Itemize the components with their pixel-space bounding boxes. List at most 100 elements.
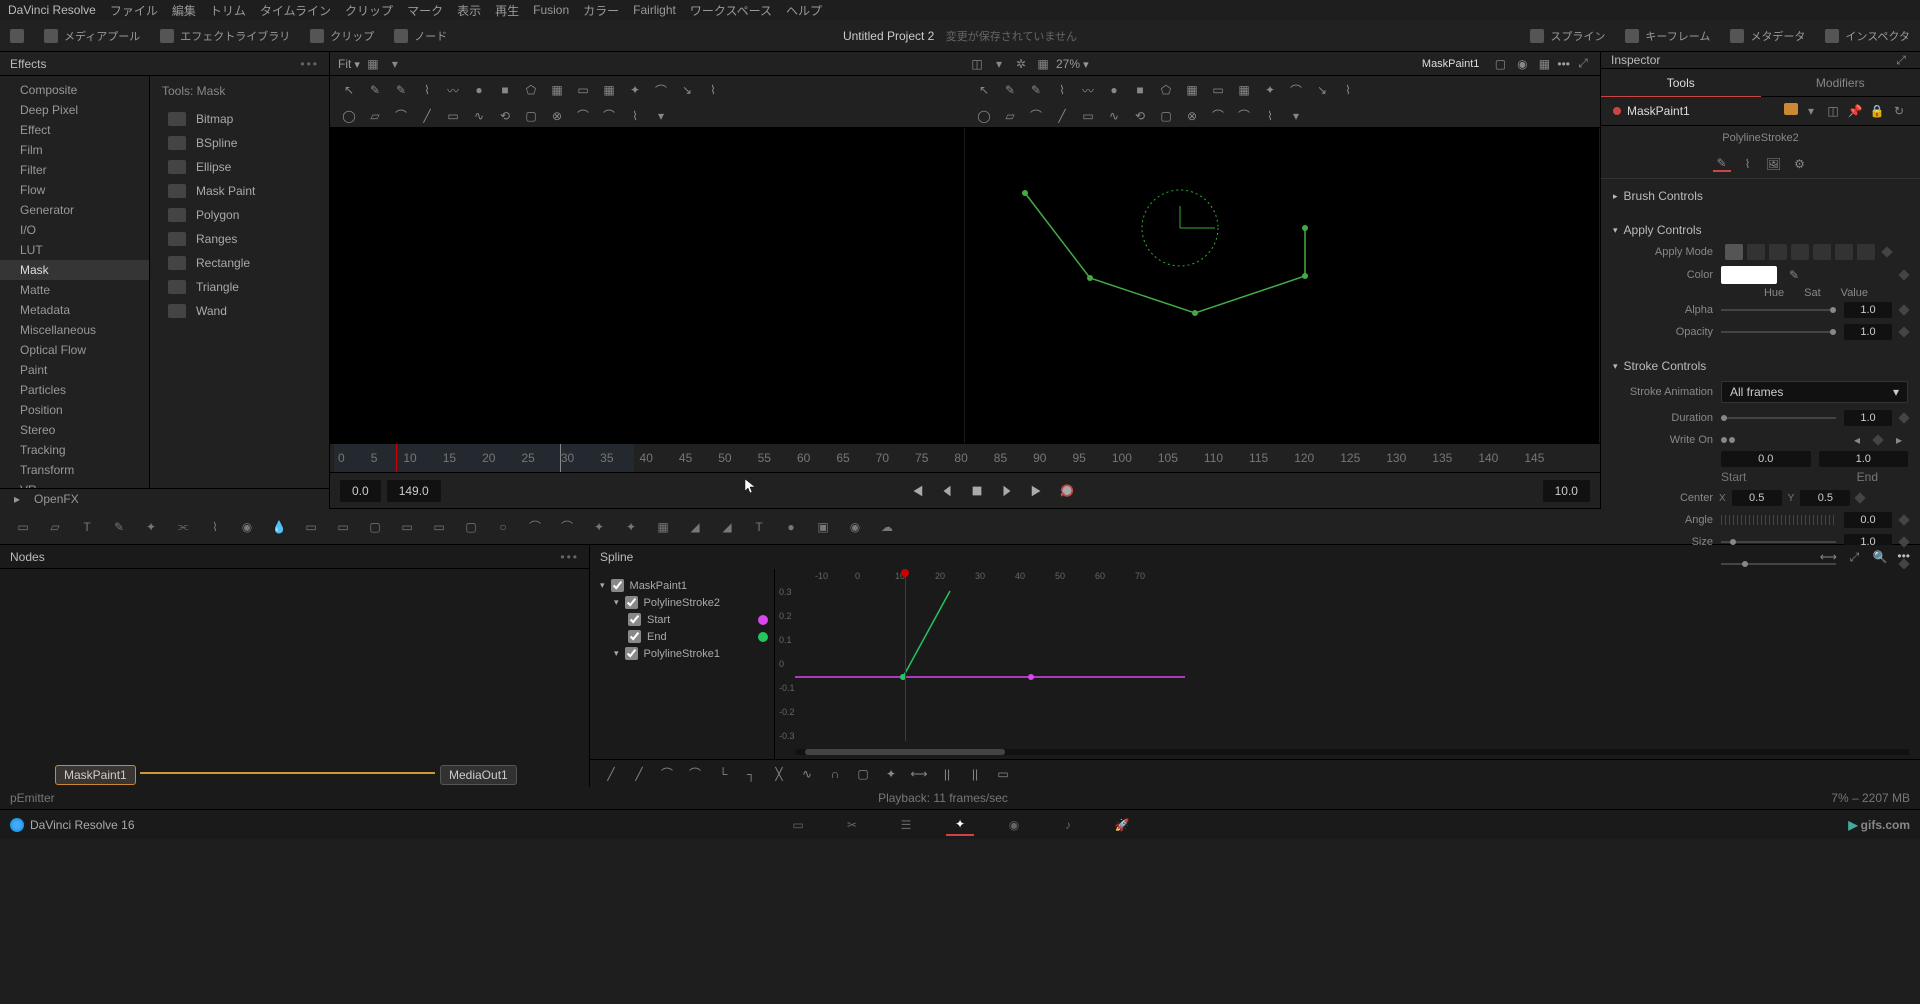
tb-キーフレーム[interactable]: キーフレーム [1615,24,1720,48]
viewer-right[interactable] [965,128,1600,443]
vtool-0[interactable]: ↖ [975,82,993,98]
vtool2-8[interactable]: ⊗ [1183,108,1201,124]
shelf-5[interactable]: ⫘ [172,517,194,537]
current-frame[interactable]: 10.0 [1543,480,1590,502]
shelf-6[interactable]: ⌇ [204,517,226,537]
vtool-9[interactable]: ▭ [574,82,592,98]
shelf-16[interactable]: ⌒ [524,517,546,537]
cat-Metadata[interactable]: Metadata [0,300,149,320]
version-icon[interactable]: ◫ [1824,103,1842,119]
vtool2-5[interactable]: ∿ [470,108,488,124]
vtool2-8[interactable]: ⊗ [548,108,566,124]
page-cut[interactable]: ✂ [838,814,866,836]
shelf-10[interactable]: ▭ [332,517,354,537]
menu-12[interactable]: ワークスペース [690,2,772,19]
spline-search-icon[interactable]: 🔍 [1871,549,1889,565]
vtool2-3[interactable]: ╱ [1053,108,1071,124]
vtool2-9[interactable]: ⌒ [1209,108,1227,124]
shelf-7[interactable]: ◉ [236,517,258,537]
timeline-ruler[interactable]: 0510152025303540455055606570758085909510… [330,443,1600,473]
page-media[interactable]: ▭ [784,814,812,836]
cat-VR[interactable]: VR [0,480,149,488]
playhead[interactable] [396,444,397,472]
vtool-13[interactable]: ↘ [1313,82,1331,98]
image-tab-icon[interactable]: 🖼 [1765,156,1783,172]
tool-Ellipse[interactable]: Ellipse [162,156,317,178]
shelf-0[interactable]: ▭ [12,517,34,537]
menu-13[interactable]: ヘルプ [786,2,822,19]
vtool-4[interactable]: 〰 [1079,82,1097,98]
viewports[interactable] [330,128,1600,443]
viewer2-zoom[interactable]: 27% ▾ [1056,57,1089,71]
vtool-14[interactable]: ⌇ [704,82,722,98]
vtool2-0[interactable]: ◯ [340,108,358,124]
tool-Wand[interactable]: Wand [162,300,317,322]
shelf-19[interactable]: ✦ [620,517,642,537]
vtool2-1[interactable]: ▱ [1001,108,1019,124]
vtool2-0[interactable]: ◯ [975,108,993,124]
range-end[interactable]: 149.0 [387,480,441,502]
vtool-3[interactable]: ⌇ [1053,82,1071,98]
duration-slider[interactable] [1721,417,1836,419]
vtool-8[interactable]: ▦ [548,82,566,98]
viewer-split-icon[interactable]: ◫ [968,56,986,72]
shelf-11[interactable]: ▢ [364,517,386,537]
spline-scrollbar[interactable] [795,749,1910,755]
page-edit[interactable]: ☰ [892,814,920,836]
cat-Film[interactable]: Film [0,140,149,160]
inspector-node-header[interactable]: MaskPaint1 ▾ ◫ 📌 🔒 ↻ [1601,97,1920,126]
cat-Filter[interactable]: Filter [0,160,149,180]
angle-value[interactable]: 0.0 [1844,512,1892,528]
tb-クリップ[interactable]: クリップ [300,24,384,48]
menu-6[interactable]: マーク [407,2,443,19]
menu-0[interactable]: DaVinci Resolve [8,3,96,17]
tool-BSpline[interactable]: BSpline [162,132,317,154]
apply-mode-group[interactable] [1725,244,1875,260]
spacing-slider[interactable] [1721,563,1836,565]
vtool2-11[interactable]: ⌇ [1261,108,1279,124]
page-fairlight[interactable]: ♪ [1054,814,1082,836]
cat-I/O[interactable]: I/O [0,220,149,240]
page-color[interactable]: ◉ [1000,814,1028,836]
vtool-1[interactable]: ✎ [366,82,384,98]
tree-PolylineStroke1[interactable]: ▾PolylineStroke1 [596,645,768,662]
menu-8[interactable]: 再生 [495,2,519,19]
vtool2-12[interactable]: ▾ [1287,108,1305,124]
vtool2-3[interactable]: ╱ [418,108,436,124]
vtool2-5[interactable]: ∿ [1105,108,1123,124]
viewer1-zoom[interactable]: Fit ▾ [338,57,360,71]
effects-categories[interactable]: CompositeDeep PixelEffectFilmFilterFlowG… [0,76,150,488]
shelf-20[interactable]: ▦ [652,517,674,537]
shelf-12[interactable]: ▭ [396,517,418,537]
size-slider[interactable] [1721,541,1836,543]
menu-10[interactable]: カラー [583,2,619,19]
vtool2-6[interactable]: ⟲ [496,108,514,124]
duration-value[interactable]: 1.0 [1844,410,1892,426]
panel-menu-icon[interactable]: ••• [300,57,319,71]
shelf-8[interactable]: 💧 [268,517,290,537]
tb-メディアプール[interactable]: メディアプール [34,24,150,48]
viewer-max-icon[interactable]: ⤢ [1574,56,1592,72]
color-swatch[interactable] [1721,266,1777,284]
tb-menu-toggle[interactable] [0,25,34,47]
vtool-7[interactable]: ⬠ [1157,82,1175,98]
stop-button[interactable] [967,481,987,501]
main-menu[interactable]: DaVinci Resolveファイル編集トリムタイムラインクリップマーク表示再… [0,0,1920,20]
spline-fit-icon[interactable]: ⤢ [1845,549,1863,565]
vtool-11[interactable]: ✦ [626,82,644,98]
alpha-slider[interactable] [1721,309,1836,311]
range-start[interactable]: 0.0 [340,480,381,502]
cat-Miscellaneous[interactable]: Miscellaneous [0,320,149,340]
tab-tools[interactable]: Tools [1601,69,1761,97]
shelf-3[interactable]: ✎ [108,517,130,537]
vtool-4[interactable]: 〰 [444,82,462,98]
shelf-23[interactable]: T [748,517,770,537]
cat-Tracking[interactable]: Tracking [0,440,149,460]
menu-1[interactable]: ファイル [110,2,158,19]
page-deliver[interactable]: 🚀 [1108,814,1136,836]
vtool-12[interactable]: ⌒ [1287,82,1305,98]
vtool2-4[interactable]: ▭ [444,108,462,124]
vtool-13[interactable]: ↘ [678,82,696,98]
controls-tab-icon[interactable]: ✎ [1713,156,1731,172]
center-y[interactable]: 0.5 [1800,490,1850,506]
